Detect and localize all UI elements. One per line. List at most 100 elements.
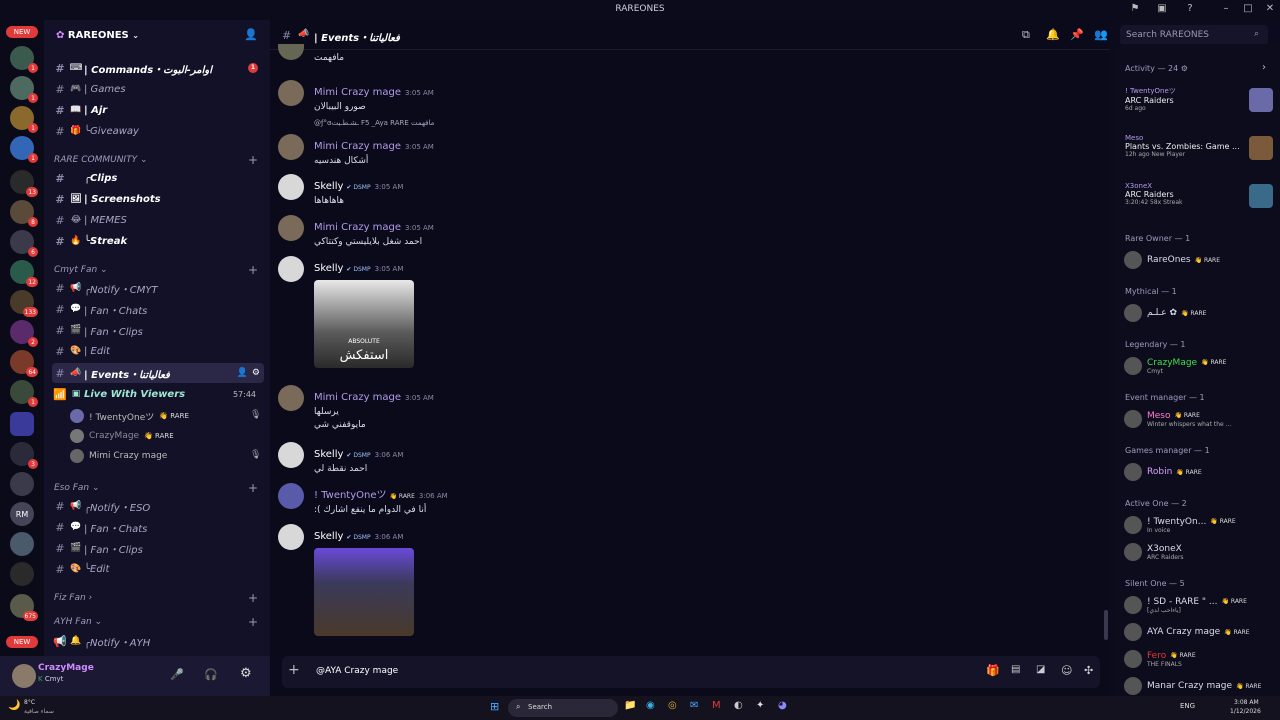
- app-icon[interactable]: M: [712, 700, 721, 711]
- server-icon[interactable]: 675: [10, 594, 38, 621]
- channel-item[interactable]: # 🎨 | Edit: [52, 341, 264, 361]
- category-cmyt-fan[interactable]: Cmyt Fan ⌄ +: [54, 263, 264, 277]
- member-list-icon[interactable]: 👥: [1094, 28, 1108, 41]
- member-item[interactable]: Manar Crazy mage 👋 RARE: [1124, 674, 1274, 698]
- member-item[interactable]: ! SD - RARE " ... 👋 RARE [ياءاحب لدي]: [1124, 593, 1274, 617]
- channel-item[interactable]: # 🖼 | Screenshots: [52, 189, 264, 209]
- add-channel-icon[interactable]: +: [248, 591, 258, 605]
- search-box[interactable]: Search RAREONES ⌕: [1120, 25, 1268, 45]
- activity-card[interactable]: X3oneX ARC Raiders 3:20:42 58x Streak: [1125, 182, 1275, 208]
- message[interactable]: Skelly ✔ DSMP 3:05 AM ABSOLUTE استفكش: [278, 256, 1014, 368]
- image-attachment[interactable]: ABSOLUTE استفكش: [314, 280, 414, 368]
- message[interactable]: Mimi Crazy mage 3:05 AM صورو البيبالان: [278, 80, 1014, 112]
- maximize-button[interactable]: □: [1240, 3, 1256, 17]
- member-item[interactable]: Robin 👋 RARE: [1124, 460, 1274, 484]
- server-name[interactable]: ✿ RAREONES ⌄: [56, 30, 139, 41]
- channel-events[interactable]: # 📣 | Events・فعالياتنا 👤 ⚙: [52, 363, 264, 383]
- server-icon[interactable]: 1: [10, 380, 38, 407]
- server-icon[interactable]: 133: [10, 290, 38, 317]
- server-icon[interactable]: 1: [10, 106, 38, 133]
- add-attachment-icon[interactable]: +: [288, 662, 300, 678]
- gif-icon[interactable]: ▤: [1011, 664, 1020, 675]
- help-icon[interactable]: ?: [1182, 3, 1198, 17]
- server-icon[interactable]: [10, 532, 34, 556]
- server-icon[interactable]: 1: [10, 76, 38, 103]
- channel-item[interactable]: # 📖 | Ajr: [52, 100, 264, 120]
- reply-preview[interactable]: @ƒ°ɞـشـطـيت F5 _Aya RARE مافهمت: [314, 119, 434, 127]
- settings-gear-icon[interactable]: ⚙: [240, 666, 252, 681]
- chrome-icon[interactable]: ◎: [668, 700, 677, 711]
- server-icon[interactable]: 8: [10, 200, 38, 227]
- microphone-icon[interactable]: 🎤: [170, 668, 184, 681]
- voice-user[interactable]: ! TwentyOneツ 👋 RARE: [70, 409, 189, 423]
- message[interactable]: Mimi Crazy mage 3:05 AM يرسلها مايوقفني ش…: [278, 385, 1014, 430]
- screen-share-icon[interactable]: ▣: [1154, 3, 1170, 17]
- taskbar-search[interactable]: ⌕ Search: [508, 699, 618, 717]
- server-icon[interactable]: 2: [10, 320, 38, 347]
- add-channel-icon[interactable]: +: [248, 481, 258, 495]
- member-item[interactable]: Fero 👋 RARE THE FINALS: [1124, 647, 1274, 671]
- bell-icon[interactable]: 🔔: [1046, 28, 1060, 41]
- discord-icon[interactable]: ◕: [778, 700, 787, 711]
- avatar[interactable]: [12, 664, 36, 688]
- minimize-button[interactable]: –: [1218, 3, 1234, 17]
- add-channel-icon[interactable]: +: [248, 615, 258, 629]
- apps-icon[interactable]: ✣: [1084, 664, 1093, 677]
- activity-header[interactable]: Activity — 24 ⚙: [1125, 64, 1188, 73]
- channel-item[interactable]: # 🎨 ╰Edit: [52, 559, 264, 579]
- server-icon-rm[interactable]: RM: [10, 502, 34, 526]
- member-item[interactable]: CrazyMage 👋 RARE Cmyt: [1124, 354, 1274, 378]
- message[interactable]: Skelly ✔ DSMP 3:06 AM احمد نقطة لي: [278, 442, 1014, 474]
- channel-item[interactable]: # 😂 | MEMES: [52, 210, 264, 230]
- emoji-icon[interactable]: ☺: [1061, 664, 1072, 677]
- category-ayh-fan[interactable]: AYH Fan ⌄ +: [54, 615, 264, 629]
- gear-icon[interactable]: ⚙: [252, 368, 260, 378]
- server-icon[interactable]: 6: [10, 230, 38, 257]
- member-item[interactable]: عـلـم ✿ 👋 RARE: [1124, 301, 1274, 325]
- channel-item[interactable]: # 📢 ╭Notify・ESO: [52, 496, 264, 516]
- message[interactable]: Skelly ✔ DSMP 3:05 AM هاهاهاها: [278, 174, 1014, 206]
- server-icon[interactable]: [10, 472, 34, 496]
- headphones-icon[interactable]: 🎧: [204, 668, 218, 681]
- channel-item[interactable]: # 💬 | Fan・Chats: [52, 517, 264, 537]
- message[interactable]: ! TwentyOneツ 👋 RARE 3:06 AM أنا في الدوام …: [278, 483, 1014, 515]
- activity-card[interactable]: ! TwentyOneツ ARC Raiders 6d ago: [1125, 86, 1275, 112]
- scrollbar[interactable]: [1104, 610, 1108, 640]
- add-channel-icon[interactable]: +: [248, 263, 258, 277]
- member-item[interactable]: ! TwentyOn... 👋 RARE In voice: [1124, 513, 1274, 537]
- app-icon[interactable]: ✦: [756, 700, 764, 711]
- server-icon[interactable]: [10, 562, 34, 586]
- server-icon[interactable]: 64: [10, 350, 38, 377]
- app-icon[interactable]: ◐: [734, 700, 743, 711]
- inbox-icon[interactable]: ⚑: [1127, 3, 1143, 17]
- voice-user[interactable]: Mimi Crazy mage: [70, 449, 167, 463]
- server-icon[interactable]: 1: [10, 136, 38, 163]
- chevron-right-icon[interactable]: ›: [1262, 62, 1266, 73]
- edge-icon[interactable]: ◉: [646, 700, 655, 711]
- channel-item[interactable]: # 🎁 ╰Giveaway: [52, 121, 264, 141]
- member-item[interactable]: AYA Crazy mage 👋 RARE: [1124, 620, 1274, 644]
- server-icon[interactable]: 12: [10, 260, 38, 287]
- member-item[interactable]: Meso 👋 RARE Winter whispers what the ...: [1124, 407, 1274, 431]
- category-fiz-fan[interactable]: Fiz Fan › +: [54, 591, 264, 605]
- close-button[interactable]: ✕: [1262, 3, 1278, 17]
- channel-item[interactable]: # 📢 ╭Notify・CMYT: [52, 278, 264, 298]
- channel-item[interactable]: # 💬 | Fan・Chats: [52, 299, 264, 319]
- message-input[interactable]: @AYA Crazy mage: [316, 666, 398, 676]
- member-item[interactable]: RareOnes 👋 RARE: [1124, 248, 1274, 272]
- image-attachment[interactable]: [314, 548, 414, 636]
- message-composer[interactable]: + @AYA Crazy mage 🎁 ▤ ◪ ☺ ✣: [282, 656, 1100, 688]
- category-rare-community[interactable]: RARE COMMUNITY ⌄ +: [54, 153, 264, 167]
- channel-item[interactable]: # 🎮 | Games: [52, 79, 264, 99]
- channel-item[interactable]: # 🔥 ╰Streak: [52, 231, 264, 251]
- invite-people-icon[interactable]: 👤: [244, 28, 258, 41]
- server-icon[interactable]: 3: [10, 442, 38, 469]
- pin-icon[interactable]: 📌: [1070, 28, 1084, 41]
- folder-icon[interactable]: [10, 412, 34, 436]
- threads-icon[interactable]: ⧉: [1022, 28, 1030, 42]
- gift-icon[interactable]: 🎁: [986, 664, 1000, 677]
- sticker-icon[interactable]: ◪: [1036, 664, 1045, 675]
- message[interactable]: Mimi Crazy mage 3:05 AM أشكال هندسيه: [278, 134, 1014, 166]
- channel-item[interactable]: # ⌨ | Commands・اوامر-البوت 1: [52, 58, 264, 78]
- add-channel-icon[interactable]: +: [248, 153, 258, 167]
